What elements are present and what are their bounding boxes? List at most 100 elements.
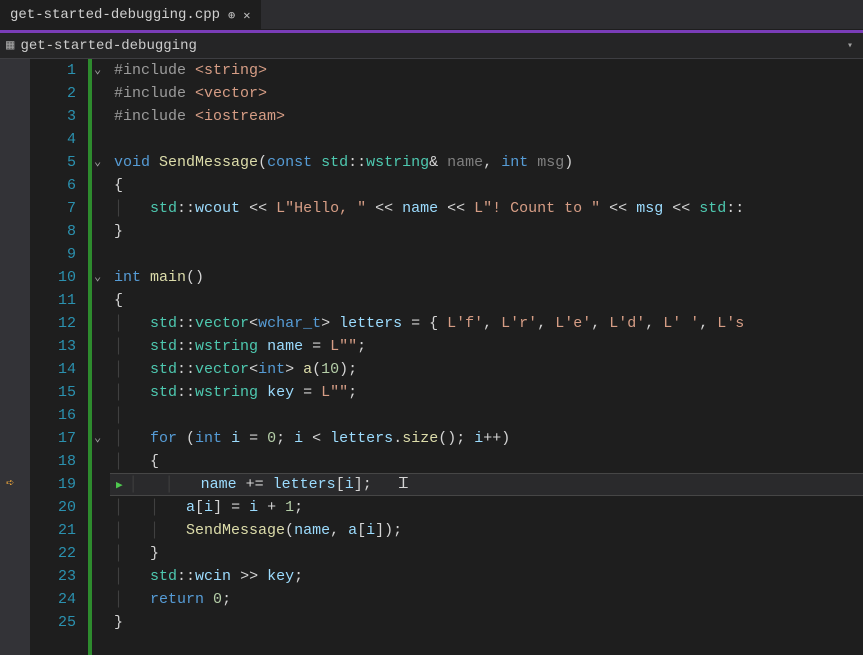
code-line[interactable]: │ std::wcin >> key;	[110, 565, 863, 588]
margin-row[interactable]	[0, 266, 30, 289]
token: │ │	[129, 476, 201, 493]
code-line[interactable]	[110, 243, 863, 266]
line-number: 11	[30, 289, 88, 312]
margin-row[interactable]	[0, 59, 30, 82]
token: letters	[339, 315, 402, 332]
code-line[interactable]: void SendMessage(const std::wstring& nam…	[110, 151, 863, 174]
margin-row[interactable]	[0, 381, 30, 404]
file-tab[interactable]: get-started-debugging.cpp ⊕ ✕	[0, 0, 261, 29]
margin-row[interactable]	[0, 128, 30, 151]
token: L'e'	[555, 315, 591, 332]
token: +	[258, 499, 285, 516]
fold-toggle[interactable]: ⌄	[92, 151, 110, 174]
token: <<	[366, 200, 402, 217]
code-line[interactable]: }	[110, 611, 863, 634]
token	[204, 591, 213, 608]
navigation-bar[interactable]: ▦ get-started-debugging ▾	[0, 33, 863, 59]
code-line[interactable]: #include <vector>	[110, 82, 863, 105]
token: name	[267, 338, 303, 355]
code-line[interactable]: │ std::vector<wchar_t> letters = { L'f',…	[110, 312, 863, 335]
token: #include	[114, 62, 195, 79]
token: ;	[294, 568, 303, 585]
line-number: 25	[30, 611, 88, 634]
token: SendMessage	[159, 154, 258, 171]
code-line[interactable]: │ │ a[i] = i + 1;	[110, 496, 863, 519]
margin-row[interactable]	[0, 427, 30, 450]
token: =	[294, 384, 321, 401]
margin-row[interactable]	[0, 404, 30, 427]
code-line[interactable]: │ std::wstring name = L"";	[110, 335, 863, 358]
token: name	[447, 154, 483, 171]
margin-row[interactable]	[0, 335, 30, 358]
token: │	[114, 545, 150, 562]
fold-toggle[interactable]: ⌄	[92, 59, 110, 82]
token: std	[150, 200, 177, 217]
token: │	[114, 591, 150, 608]
chevron-down-icon[interactable]: ▾	[847, 40, 853, 52]
margin-row[interactable]	[0, 542, 30, 565]
pin-icon[interactable]: ⊕	[228, 8, 235, 23]
code-line[interactable]: │ std::wcout << L"Hello, " << name << L"…	[110, 197, 863, 220]
fold-toggle	[92, 105, 110, 128]
margin-row[interactable]	[0, 611, 30, 634]
token: main	[150, 269, 186, 286]
margin-row[interactable]	[0, 220, 30, 243]
margin-row[interactable]	[0, 82, 30, 105]
margin-row[interactable]	[0, 105, 30, 128]
token: │	[114, 384, 150, 401]
token: +=	[237, 476, 273, 493]
margin-row[interactable]	[0, 496, 30, 519]
token: >	[321, 315, 339, 332]
margin-row[interactable]	[0, 174, 30, 197]
margin-row[interactable]	[0, 197, 30, 220]
code-line[interactable]	[110, 128, 863, 151]
token: (	[258, 154, 267, 171]
code-line[interactable]: │ for (int i = 0; i < letters.size(); i+…	[110, 427, 863, 450]
margin-row[interactable]	[0, 243, 30, 266]
close-icon[interactable]: ✕	[243, 8, 250, 23]
margin-row[interactable]	[0, 289, 30, 312]
code-line[interactable]: #include <iostream>	[110, 105, 863, 128]
token: ++)	[483, 430, 510, 447]
token: int	[501, 154, 528, 171]
code-line[interactable]: {	[110, 289, 863, 312]
token: &	[429, 154, 447, 171]
margin-row[interactable]	[0, 358, 30, 381]
code-line[interactable]: {	[110, 174, 863, 197]
code-line[interactable]: │ {	[110, 450, 863, 473]
token: ::	[177, 338, 195, 355]
folding-column[interactable]: ⌄ ⌄ ⌄ ⌄	[88, 59, 110, 655]
token: ()	[186, 269, 204, 286]
token: <	[249, 315, 258, 332]
token: L""	[330, 338, 357, 355]
code-area[interactable]: #include <string>#include <vector>#inclu…	[110, 59, 863, 655]
code-line[interactable]: }	[110, 220, 863, 243]
line-number-gutter: 1234567891011121314151617181920212223242…	[30, 59, 88, 655]
margin-row[interactable]	[0, 312, 30, 335]
margin-row[interactable]	[0, 519, 30, 542]
code-line[interactable]: │ return 0;	[110, 588, 863, 611]
code-line[interactable]: ▶│ │ name += letters[i]; Ꮖ	[110, 473, 863, 496]
code-line[interactable]: │ │ SendMessage(name, a[i]);	[110, 519, 863, 542]
margin-row[interactable]	[0, 450, 30, 473]
margin-row[interactable]	[0, 588, 30, 611]
token: {	[150, 453, 159, 470]
margin-row[interactable]	[0, 151, 30, 174]
fold-toggle[interactable]: ⌄	[92, 266, 110, 289]
code-line[interactable]: │ std::wstring key = L"";	[110, 381, 863, 404]
code-editor[interactable]: ➪ 12345678910111213141516171819202122232…	[0, 59, 863, 655]
glyph-margin[interactable]: ➪	[0, 59, 30, 655]
fold-toggle[interactable]: ⌄	[92, 427, 110, 450]
code-line[interactable]: │ }	[110, 542, 863, 565]
line-number: 22	[30, 542, 88, 565]
margin-row[interactable]: ➪	[0, 473, 30, 496]
code-line[interactable]: │	[110, 404, 863, 427]
token: ];	[354, 476, 372, 493]
token: ] =	[213, 499, 249, 516]
code-line[interactable]: #include <string>	[110, 59, 863, 82]
code-line[interactable]: int main()	[110, 266, 863, 289]
margin-row[interactable]	[0, 565, 30, 588]
token: msg	[636, 200, 663, 217]
code-line[interactable]: │ std::vector<int> a(10);	[110, 358, 863, 381]
token: >>	[231, 568, 267, 585]
